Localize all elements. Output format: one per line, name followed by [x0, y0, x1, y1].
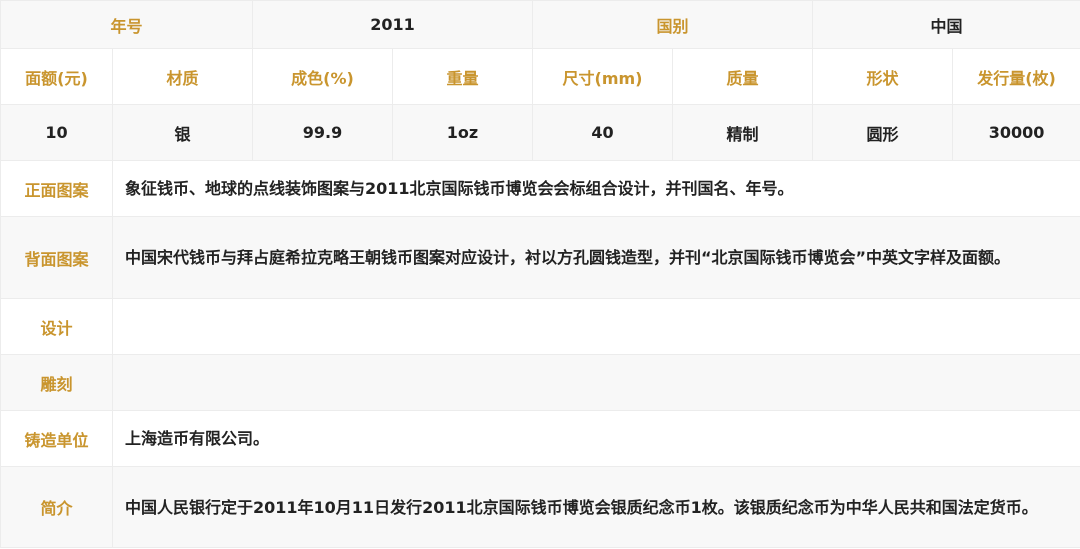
year-label: 年号 [0, 0, 254, 49]
quality-value: 精制 [672, 104, 814, 161]
engraving-label: 雕刻 [0, 354, 113, 411]
size-header: 尺寸(mm) [532, 48, 674, 105]
year-value: 2011 [252, 0, 534, 49]
mintage-header: 发行量(枚) [952, 48, 1080, 105]
country-value: 中国 [812, 0, 1080, 49]
header-row: 年号 2011 国别 中国 [0, 0, 1080, 49]
fineness-value: 99.9 [252, 104, 394, 161]
detail-row-design: 设计 [0, 298, 1080, 355]
shape-value: 圆形 [812, 104, 954, 161]
obverse-value: 象征钱币、地球的点线装饰图案与2011北京国际钱币博览会会标组合设计，并刊国名、… [111, 160, 1080, 217]
design-label: 设计 [0, 298, 113, 355]
detail-row-engraving: 雕刻 [0, 354, 1080, 411]
reverse-value: 中国宋代钱币与拜占庭希拉克略王朝钱币图案对应设计，衬以方孔圆钱造型，并刊“北京国… [111, 216, 1080, 299]
mintage-value: 30000 [952, 104, 1080, 161]
mint-label: 铸造单位 [0, 410, 113, 467]
detail-row-mint: 铸造单位 上海造币有限公司。 [0, 410, 1080, 467]
weight-header: 重量 [392, 48, 534, 105]
denomination-header: 面额(元) [0, 48, 113, 105]
country-label: 国别 [532, 0, 814, 49]
shape-header: 形状 [812, 48, 954, 105]
coin-info-table: 年号 2011 国别 中国 面额(元) 材质 成色(%) 重量 尺寸(mm) 质… [0, 0, 1080, 548]
intro-value: 中国人民银行定于2011年10月11日发行2011北京国际钱币博览会银质纪念币1… [111, 466, 1080, 548]
reverse-label: 背面图案 [0, 216, 113, 299]
material-value: 银 [111, 104, 254, 161]
engraving-value [111, 354, 1080, 411]
material-header: 材质 [111, 48, 254, 105]
detail-row-obverse: 正面图案 象征钱币、地球的点线装饰图案与2011北京国际钱币博览会会标组合设计，… [0, 160, 1080, 217]
quality-header: 质量 [672, 48, 814, 105]
denomination-value: 10 [0, 104, 113, 161]
fineness-header: 成色(%) [252, 48, 394, 105]
spec-value-row: 10 银 99.9 1oz 40 精制 圆形 30000 [0, 104, 1080, 161]
detail-row-intro: 简介 中国人民银行定于2011年10月11日发行2011北京国际钱币博览会银质纪… [0, 466, 1080, 548]
spec-header-row: 面额(元) 材质 成色(%) 重量 尺寸(mm) 质量 形状 发行量(枚) [0, 48, 1080, 105]
intro-label: 简介 [0, 466, 113, 548]
design-value [111, 298, 1080, 355]
weight-value: 1oz [392, 104, 534, 161]
mint-value: 上海造币有限公司。 [111, 410, 1080, 467]
obverse-label: 正面图案 [0, 160, 113, 217]
size-value: 40 [532, 104, 674, 161]
detail-row-reverse: 背面图案 中国宋代钱币与拜占庭希拉克略王朝钱币图案对应设计，衬以方孔圆钱造型，并… [0, 216, 1080, 299]
